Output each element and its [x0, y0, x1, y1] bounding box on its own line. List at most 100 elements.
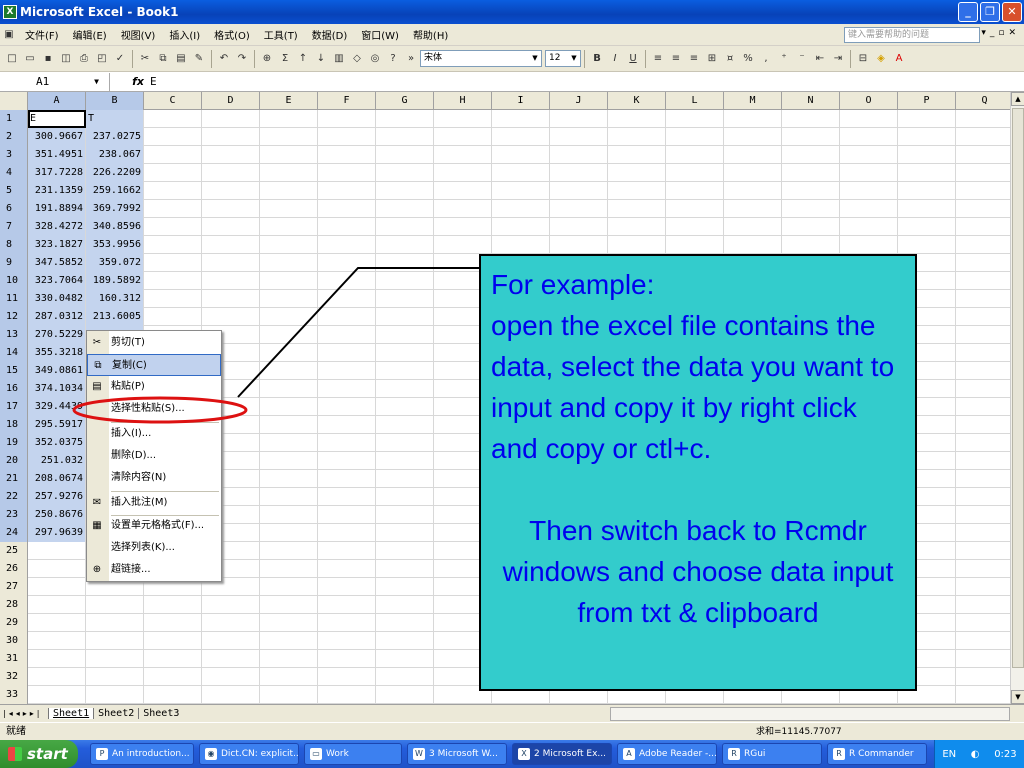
cell-a14[interactable]: 355.3218 — [28, 344, 86, 362]
cell-l7[interactable] — [666, 218, 724, 236]
cell-i7[interactable] — [492, 218, 550, 236]
cell-a24[interactable]: 297.9639 — [28, 524, 86, 542]
cell-e6[interactable] — [260, 200, 318, 218]
row-header[interactable]: 12 — [0, 308, 28, 326]
row-header[interactable]: 31 — [0, 650, 28, 668]
cell-l3[interactable] — [666, 146, 724, 164]
spelling-icon[interactable]: ✓ — [111, 50, 129, 68]
cell-k3[interactable] — [608, 146, 666, 164]
cell-p7[interactable] — [898, 218, 956, 236]
cell-q1[interactable] — [956, 110, 1010, 128]
cell-f5[interactable] — [318, 182, 376, 200]
cell-h7[interactable] — [434, 218, 492, 236]
cell-q11[interactable] — [956, 290, 1010, 308]
cell-b33[interactable] — [86, 686, 144, 704]
scroll-thumb[interactable] — [1012, 108, 1024, 668]
cell-a9[interactable]: 347.5852 — [28, 254, 86, 272]
hyperlink-icon[interactable]: ⊕ — [258, 50, 276, 68]
cell-o3[interactable] — [840, 146, 898, 164]
cell-g18[interactable] — [376, 416, 434, 434]
row-header[interactable]: 28 — [0, 596, 28, 614]
cell-m3[interactable] — [724, 146, 782, 164]
cell-l4[interactable] — [666, 164, 724, 182]
cell-q32[interactable] — [956, 668, 1010, 686]
cell-c33[interactable] — [144, 686, 202, 704]
cell-g9[interactable] — [376, 254, 434, 272]
cell-f6[interactable] — [318, 200, 376, 218]
cell-b9[interactable]: 359.072 — [86, 254, 144, 272]
cell-g1[interactable] — [376, 110, 434, 128]
cell-e5[interactable] — [260, 182, 318, 200]
cell-a23[interactable]: 250.8676 — [28, 506, 86, 524]
cell-b5[interactable]: 259.1662 — [86, 182, 144, 200]
cell-g10[interactable] — [376, 272, 434, 290]
cell-d6[interactable] — [202, 200, 260, 218]
cell-o8[interactable] — [840, 236, 898, 254]
cell-q25[interactable] — [956, 542, 1010, 560]
cell-c2[interactable] — [144, 128, 202, 146]
task-introduction[interactable]: P An introduction... — [90, 743, 194, 765]
cell-a29[interactable] — [28, 614, 86, 632]
cell-d32[interactable] — [202, 668, 260, 686]
save-icon[interactable]: ▪ — [39, 50, 57, 68]
menu-item-cut[interactable]: ✂ 剪切(T) — [87, 332, 221, 354]
cell-f29[interactable] — [318, 614, 376, 632]
cell-q13[interactable] — [956, 326, 1010, 344]
row-header[interactable]: 32 — [0, 668, 28, 686]
cell-g2[interactable] — [376, 128, 434, 146]
menu-format[interactable]: 格式(O) — [207, 27, 257, 42]
cell-j5[interactable] — [550, 182, 608, 200]
redo-icon[interactable]: ↷ — [233, 50, 251, 68]
cell-h5[interactable] — [434, 182, 492, 200]
cell-e11[interactable] — [260, 290, 318, 308]
cell-q4[interactable] — [956, 164, 1010, 182]
open-icon[interactable]: ▭ — [21, 50, 39, 68]
cell-d9[interactable] — [202, 254, 260, 272]
cell-e17[interactable] — [260, 398, 318, 416]
cell-b32[interactable] — [86, 668, 144, 686]
cell-b1[interactable]: T — [86, 110, 144, 128]
cell-a21[interactable]: 208.0674 — [28, 470, 86, 488]
column-header-i[interactable]: I — [492, 92, 550, 110]
menu-item-format-cells[interactable]: ▦ 设置单元格格式(F)... — [87, 515, 221, 537]
cell-g31[interactable] — [376, 650, 434, 668]
cell-o4[interactable] — [840, 164, 898, 182]
cell-p4[interactable] — [898, 164, 956, 182]
cell-d8[interactable] — [202, 236, 260, 254]
cell-a27[interactable] — [28, 578, 86, 596]
cell-c9[interactable] — [144, 254, 202, 272]
cell-n6[interactable] — [782, 200, 840, 218]
borders-icon[interactable]: ⊟ — [854, 50, 872, 68]
menu-help[interactable]: 帮助(H) — [406, 27, 455, 42]
more-options-icon[interactable]: » — [402, 50, 420, 68]
task-dictcn[interactable]: ◉ Dict.CN: explicit... — [199, 743, 299, 765]
cell-n1[interactable] — [782, 110, 840, 128]
menu-item-delete[interactable]: 删除(D)... — [87, 445, 221, 467]
row-header[interactable]: 16 — [0, 380, 28, 398]
row-header[interactable]: 10 — [0, 272, 28, 290]
cell-f31[interactable] — [318, 650, 376, 668]
cell-b31[interactable] — [86, 650, 144, 668]
cell-e23[interactable] — [260, 506, 318, 524]
cell-a4[interactable]: 317.7228 — [28, 164, 86, 182]
cell-c28[interactable] — [144, 596, 202, 614]
column-header-l[interactable]: L — [666, 92, 724, 110]
cell-p1[interactable] — [898, 110, 956, 128]
cell-f24[interactable] — [318, 524, 376, 542]
menu-view[interactable]: 视图(V) — [114, 27, 163, 42]
help-search-input[interactable]: 键入需要帮助的问题 — [844, 27, 980, 43]
menu-tools[interactable]: 工具(T) — [257, 27, 305, 42]
cell-e25[interactable] — [260, 542, 318, 560]
cell-g30[interactable] — [376, 632, 434, 650]
cell-g21[interactable] — [376, 470, 434, 488]
cell-d5[interactable] — [202, 182, 260, 200]
start-button[interactable]: start — [0, 740, 78, 768]
cell-n7[interactable] — [782, 218, 840, 236]
cell-q10[interactable] — [956, 272, 1010, 290]
cell-j4[interactable] — [550, 164, 608, 182]
cell-e26[interactable] — [260, 560, 318, 578]
column-header-p[interactable]: P — [898, 92, 956, 110]
cell-b7[interactable]: 340.8596 — [86, 218, 144, 236]
language-indicator[interactable]: EN — [942, 749, 956, 760]
row-header[interactable]: 1 — [0, 110, 28, 128]
